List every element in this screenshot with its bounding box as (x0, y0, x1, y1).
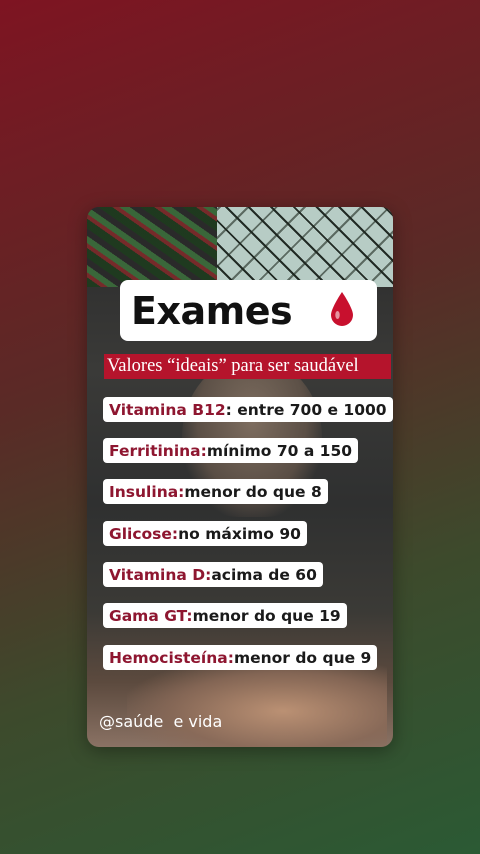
list-item: Gama GT: menor do que 19 (103, 603, 347, 628)
list-item: Vitamina B12 : entre 700 e 1000 (103, 397, 393, 422)
exam-value: menor do que 9 (233, 648, 372, 667)
exam-label: Insulina: (109, 482, 185, 501)
background-photo-plants (87, 207, 217, 287)
exam-label: Vitamina D: (109, 565, 212, 584)
exam-label: Vitamina B12 (109, 400, 226, 419)
exam-value: menor do que 19 (192, 606, 341, 625)
blood-drop-icon (331, 292, 353, 326)
exam-label: Hemocisteína: (109, 648, 234, 667)
post-card[interactable]: Exames Valores “ideais” para ser saudáve… (87, 207, 393, 747)
page-title: Exames (131, 288, 293, 333)
list-item: Glicose: no máximo 90 (103, 521, 307, 546)
exam-value: acima de 60 (211, 565, 317, 584)
title-box: Exames (120, 280, 377, 341)
subtitle-banner: Valores “ideais” para ser saudável (104, 354, 391, 379)
background-photo-tiles (217, 207, 393, 287)
exam-value: : entre 700 e 1000 (225, 400, 387, 419)
list-item: Insulina: menor do que 8 (103, 479, 328, 504)
list-item: Vitamina D: acima de 60 (103, 562, 323, 587)
list-item: Hemocisteína: menor do que 9 (103, 645, 378, 670)
exam-value: no máximo 90 (178, 524, 301, 543)
exam-label: Ferritinina: (109, 441, 207, 460)
list-item: Ferritinina: mínimo 70 a 150 (103, 438, 359, 463)
exam-value: mínimo 70 a 150 (206, 441, 353, 460)
watermark-handle: @saúde e vida (99, 712, 223, 731)
exam-value: menor do que 8 (184, 482, 322, 501)
background-hand (127, 657, 387, 747)
exam-label: Gama GT: (109, 606, 193, 625)
exam-label: Glicose: (109, 524, 179, 543)
